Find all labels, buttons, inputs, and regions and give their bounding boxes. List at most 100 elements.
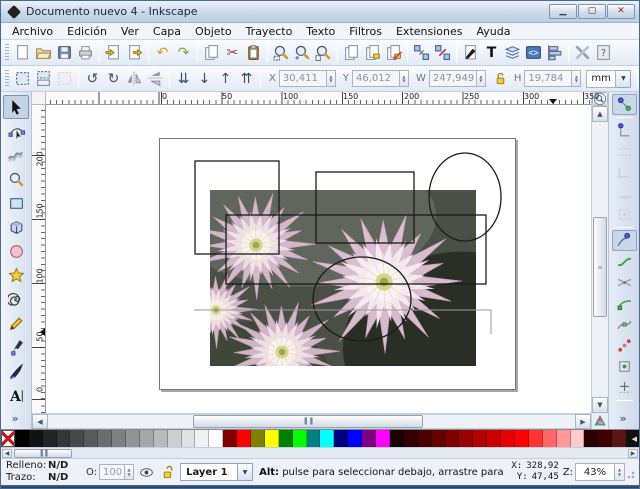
- new-document-button[interactable]: [12, 42, 33, 64]
- tool-zoom[interactable]: [3, 167, 29, 191]
- zoom-spinner[interactable]: ▲ ▼: [615, 463, 625, 481]
- fill-stroke-dialog-button[interactable]: [460, 42, 481, 64]
- menu-extensiones[interactable]: Extensiones: [389, 24, 470, 39]
- h-input[interactable]: 19,784: [524, 70, 573, 87]
- select-all-layers-button[interactable]: [33, 68, 54, 90]
- x-input[interactable]: 30,411: [278, 70, 327, 87]
- save-document-button[interactable]: [54, 42, 75, 64]
- menu-ayuda[interactable]: Ayuda: [469, 24, 517, 39]
- tool-node-editor[interactable]: [3, 119, 29, 143]
- export-button[interactable]: [124, 42, 145, 64]
- tool-text[interactable]: A: [3, 383, 29, 407]
- cut-button[interactable]: ✂: [222, 42, 243, 64]
- palette-swatch-000000[interactable]: [14, 430, 29, 447]
- palette-swatch-none[interactable]: [1, 430, 15, 447]
- palette-swatch-5a1515[interactable]: [612, 430, 627, 447]
- palette-swatch-008080[interactable]: [306, 430, 321, 447]
- vscroll-thumb[interactable]: ≡: [593, 217, 607, 317]
- raise-to-top-button[interactable]: ⇈: [236, 68, 257, 90]
- align-distribute-button[interactable]: [544, 42, 565, 64]
- y-spinner[interactable]: ▲ ▼: [399, 70, 409, 87]
- drawn-rectangle-1[interactable]: [194, 160, 280, 255]
- hscroll-thumb[interactable]: ▐▐: [193, 415, 423, 428]
- ungroup-objects-button[interactable]: [432, 42, 453, 64]
- w-input[interactable]: 247,949: [428, 70, 477, 87]
- vscroll-track[interactable]: ≡: [592, 122, 608, 397]
- flip-horizontal-button[interactable]: [124, 68, 145, 90]
- snap-cusp-nodes-button[interactable]: [612, 293, 637, 314]
- palette-swatch-cc0000[interactable]: [487, 430, 502, 447]
- toolbar-grip[interactable]: [5, 43, 9, 62]
- drawn-ellipse-5[interactable]: [312, 256, 412, 342]
- tool-calligraphy[interactable]: [3, 359, 29, 383]
- unit-dropdown-arrow[interactable]: ▼: [616, 69, 632, 88]
- tool-spiral[interactable]: [3, 287, 29, 311]
- palette-swatch-242424[interactable]: [42, 430, 57, 447]
- drawn-rectangle-3[interactable]: [225, 214, 487, 285]
- snap-path-intersections-button[interactable]: [612, 272, 637, 293]
- unit-selector[interactable]: mm ▼: [586, 69, 632, 88]
- snap-object-centers-button[interactable]: [612, 356, 637, 377]
- palette-swatch-e1e1e1[interactable]: [181, 430, 196, 447]
- scroll-down-arrow[interactable]: ▼: [592, 397, 608, 413]
- unit-value[interactable]: mm: [586, 69, 617, 88]
- palette-swatch-121212[interactable]: [28, 430, 43, 447]
- title-bar[interactable]: Documento nuevo 4 - Inkscape ▁ ▢ ✕: [1, 1, 639, 23]
- undo-button[interactable]: ↶: [152, 42, 173, 64]
- zoom-input[interactable]: 43%: [575, 463, 615, 481]
- layers-dialog-button[interactable]: [502, 42, 523, 64]
- palette-scroll-thumb[interactable]: ▐▐: [14, 448, 72, 458]
- open-document-button[interactable]: [33, 42, 54, 64]
- palette-swatch-808080[interactable]: [112, 430, 127, 447]
- palette-swatch-1a0000[interactable]: [389, 430, 404, 447]
- palette-swatch-000080[interactable]: [334, 430, 349, 447]
- palette-swatch-cecece[interactable]: [167, 430, 182, 447]
- window-resize-grip[interactable]: [627, 463, 637, 481]
- scroll-up-arrow[interactable]: ▲: [592, 106, 608, 122]
- palette-swatch-ffffff[interactable]: [209, 430, 224, 447]
- unlink-clone-button[interactable]: [383, 42, 404, 64]
- menu-capa[interactable]: Capa: [146, 24, 188, 39]
- tool-pencil[interactable]: [3, 311, 29, 335]
- menu-filtros[interactable]: Filtros: [342, 24, 389, 39]
- palette-swatch-5a5a5a[interactable]: [84, 430, 99, 447]
- palette-swatch-484848[interactable]: [70, 430, 85, 447]
- menu-edicion[interactable]: Edición: [60, 24, 114, 39]
- paste-button[interactable]: [243, 42, 264, 64]
- palette-swatch-ff9999[interactable]: [556, 430, 571, 447]
- tool-star[interactable]: [3, 263, 29, 287]
- drawn-ellipse-4[interactable]: [428, 152, 502, 242]
- layer-selector[interactable]: Layer 1 ▼: [180, 463, 254, 481]
- about-button[interactable]: ?: [593, 42, 614, 64]
- lock-width-height-ratio-icon[interactable]: [492, 70, 509, 87]
- scroll-right-arrow[interactable]: ▶: [575, 414, 591, 429]
- y-input[interactable]: 46,012: [351, 70, 400, 87]
- palette-swatch-00ffff[interactable]: [320, 430, 335, 447]
- redo-button[interactable]: ↷: [173, 42, 194, 64]
- palette-swatch-660000[interactable]: [431, 430, 446, 447]
- vertical-ruler[interactable]: 200 150 100 50 0: [32, 105, 46, 413]
- menu-texto[interactable]: Texto: [299, 24, 342, 39]
- maximize-button[interactable]: ▢: [578, 4, 606, 19]
- print-button[interactable]: [75, 42, 96, 64]
- menu-trayecto[interactable]: Trayecto: [239, 24, 300, 39]
- canvas[interactable]: [46, 105, 591, 413]
- tool-bezier-pen[interactable]: [3, 335, 29, 359]
- palette-swatch-ff00ff[interactable]: [376, 430, 390, 447]
- palette-swatch-6d6d6d[interactable]: [98, 430, 113, 447]
- x-spinner[interactable]: ▲ ▼: [326, 70, 336, 87]
- palette-swatch-a7a7a7[interactable]: [139, 430, 154, 447]
- toolbar-grip[interactable]: [5, 69, 9, 88]
- palette-swatch-b30000[interactable]: [473, 430, 488, 447]
- palette-swatch-ffcccc[interactable]: [570, 430, 585, 447]
- palette-swatch-bababa[interactable]: [153, 430, 168, 447]
- palette-swatch-990000[interactable]: [459, 430, 474, 447]
- palette-swatch-e60000[interactable]: [501, 430, 515, 447]
- preferences-button[interactable]: [572, 42, 593, 64]
- rotate-ccw-button[interactable]: ↺: [82, 68, 103, 90]
- palette-swatch-800000[interactable]: [445, 430, 460, 447]
- tool-selector[interactable]: [3, 95, 29, 119]
- hscroll-track[interactable]: ▐▐: [48, 414, 575, 429]
- h-spinner[interactable]: ▲ ▼: [572, 70, 582, 87]
- palette-swatch-ff0000[interactable]: [514, 430, 529, 447]
